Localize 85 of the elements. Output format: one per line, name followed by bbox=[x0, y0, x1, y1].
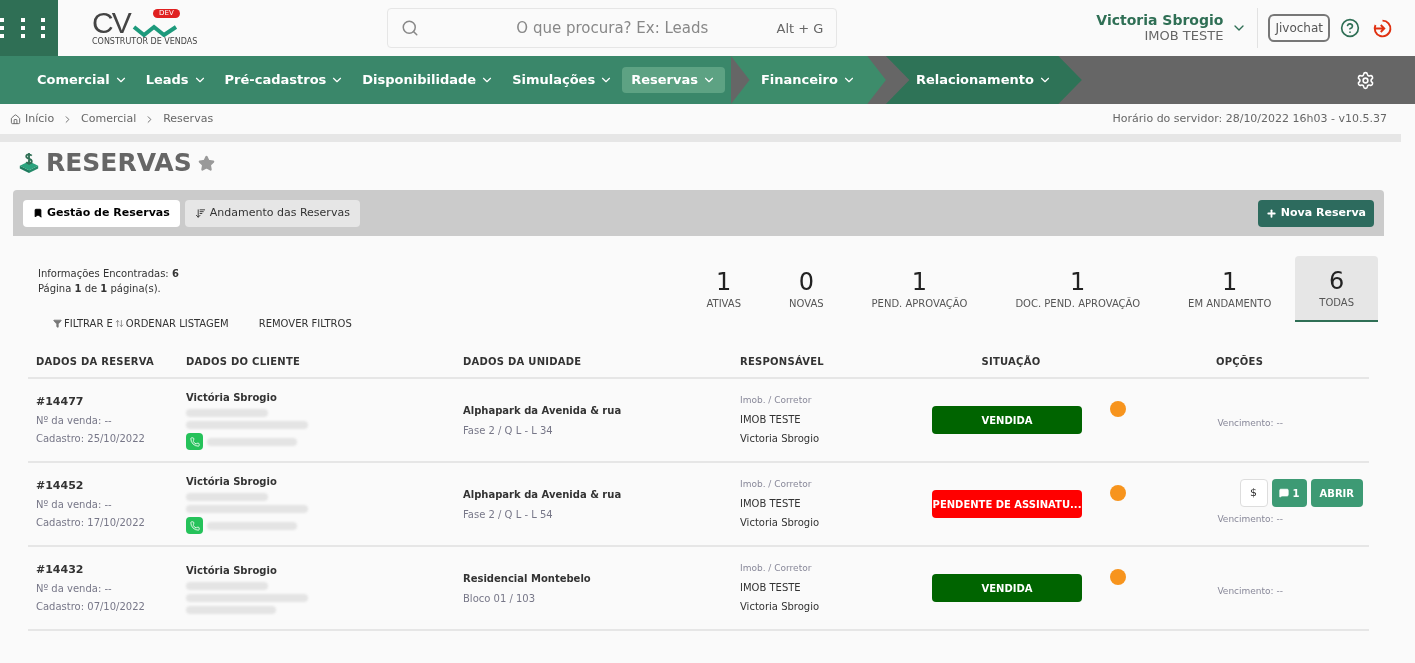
plus-icon bbox=[1265, 207, 1277, 219]
home-icon bbox=[10, 113, 21, 125]
apps-menu-button[interactable] bbox=[0, 0, 58, 56]
sale-number: Nº da venda: -- bbox=[36, 582, 113, 597]
new-reservation-button[interactable]: Nova Reserva bbox=[1257, 199, 1374, 227]
client-name: Victória Sbrogio bbox=[186, 563, 278, 578]
tab[interactable]: Andamento das Reservas bbox=[184, 199, 360, 227]
nav-menu-item[interactable]: Leads bbox=[136, 67, 216, 93]
chat-button[interactable]: Jivochat bbox=[1268, 14, 1330, 42]
column-header: DADOS DO CLIENTE bbox=[185, 354, 302, 369]
settings-icon[interactable] bbox=[1356, 70, 1375, 90]
status-counter-tab[interactable]: 1 ATIVAS bbox=[682, 256, 765, 322]
shortcut-hint: Alt + G bbox=[776, 20, 824, 38]
responsible-person: Victoria Sbrogio bbox=[740, 599, 821, 614]
created-date: Cadastro: 25/10/2022 bbox=[36, 432, 146, 447]
breadcrumb-link[interactable]: Início bbox=[25, 110, 55, 128]
created-date: Cadastro: 07/10/2022 bbox=[36, 600, 146, 615]
nav-menu-item[interactable]: Relacionamento bbox=[885, 56, 1082, 104]
status-counter-tab[interactable]: 1 PEND. APROVAÇÃO bbox=[847, 256, 992, 322]
user-name: Victoria Sbrogio bbox=[1096, 12, 1224, 28]
help-icon[interactable] bbox=[1340, 18, 1360, 38]
status-badge: VENDIDA bbox=[932, 574, 1082, 602]
responsible-company: IMOB TESTE bbox=[740, 580, 802, 595]
payment-button[interactable]: $ bbox=[1239, 479, 1268, 507]
breadcrumb-link[interactable]: Comercial bbox=[81, 110, 137, 128]
sort-icon bbox=[114, 319, 124, 328]
star-icon[interactable] bbox=[197, 154, 215, 172]
status-badge: PENDENTE DE ASSINATU... bbox=[932, 490, 1082, 518]
reservation-id: #14477 bbox=[36, 393, 85, 410]
money-stack-icon bbox=[18, 152, 40, 174]
sort-icon bbox=[194, 207, 206, 219]
search-icon bbox=[401, 19, 420, 37]
comment-icon bbox=[1278, 488, 1289, 498]
unit-name: Alphapark da Avenida & rua bbox=[463, 487, 623, 502]
filter-sort-button[interactable]: FILTRAR E ORDENAR LISTAGEM bbox=[53, 316, 229, 331]
column-header: RESPONSÁVEL bbox=[739, 354, 825, 369]
page-info: Página 1 de 1 página(s). bbox=[38, 282, 162, 296]
column-header: OPÇÕES bbox=[1214, 354, 1265, 369]
unit-detail: Bloco 01 / 103 bbox=[463, 591, 537, 606]
created-date: Cadastro: 17/10/2022 bbox=[36, 516, 146, 531]
responsible-label: Imob. / Corretor bbox=[740, 562, 813, 576]
remove-filters-button[interactable]: REMOVER FILTROS bbox=[258, 316, 352, 331]
status-counter-tab[interactable]: 1 EM ANDAMENTO bbox=[1164, 256, 1296, 322]
nav-menu-item[interactable]: Comercial bbox=[28, 67, 137, 93]
column-header: SITUAÇÃO bbox=[980, 354, 1042, 369]
filter-icon bbox=[53, 319, 62, 328]
nav-menu-item[interactable]: Financeiro bbox=[730, 56, 886, 104]
nav-menu-item[interactable]: Disponibilidade bbox=[353, 67, 504, 93]
nav-menu-item[interactable]: Simulações bbox=[503, 67, 623, 93]
tab[interactable]: Gestão de Reservas bbox=[23, 199, 180, 227]
reservation-id: #14452 bbox=[36, 477, 85, 494]
open-button[interactable]: ABRIR bbox=[1310, 479, 1363, 507]
unit-detail: Fase 2 / Q L - L 34 bbox=[463, 423, 554, 438]
unit-name: Alphapark da Avenida & rua bbox=[463, 403, 623, 418]
responsible-label: Imob. / Corretor bbox=[740, 478, 813, 492]
bookmark-icon bbox=[33, 208, 43, 218]
status-counter-tab[interactable]: 6 TODAS bbox=[1295, 256, 1378, 322]
page-title: RESERVAS bbox=[46, 147, 192, 180]
nav-menu-item[interactable]: Pré-cadastros bbox=[215, 67, 354, 93]
responsible-label: Imob. / Corretor bbox=[740, 394, 813, 408]
sale-number: Nº da venda: -- bbox=[36, 498, 113, 513]
reservation-id: #14432 bbox=[36, 561, 85, 578]
breadcrumb-link[interactable]: Reservas bbox=[163, 110, 214, 128]
column-header: DADOS DA RESERVA bbox=[35, 354, 156, 369]
responsible-company: IMOB TESTE bbox=[740, 412, 802, 427]
due-date: Vencimento: -- bbox=[1217, 585, 1283, 598]
sale-number: Nº da venda: -- bbox=[36, 414, 113, 429]
responsible-company: IMOB TESTE bbox=[740, 496, 802, 511]
due-date: Vencimento: -- bbox=[1217, 417, 1283, 430]
responsible-person: Victoria Sbrogio bbox=[740, 431, 821, 446]
status-counter-tab[interactable]: 1 DOC. PEND. APROVAÇÃO bbox=[991, 256, 1165, 322]
comments-button[interactable]: 1 bbox=[1271, 479, 1307, 507]
results-count: Informações Encontradas: 6 bbox=[38, 267, 180, 281]
client-name: Victória Sbrogio bbox=[186, 475, 278, 489]
due-date: Vencimento: -- bbox=[1217, 513, 1283, 526]
logout-icon[interactable] bbox=[1372, 17, 1393, 39]
status-counter-tab[interactable]: 0 NOVAS bbox=[765, 256, 848, 322]
user-company: IMOB TESTE bbox=[1144, 28, 1224, 44]
responsible-person: Victoria Sbrogio bbox=[740, 515, 821, 530]
unit-name: Residencial Montebelo bbox=[463, 571, 592, 586]
status-badge: VENDIDA bbox=[932, 406, 1082, 434]
client-name: Victória Sbrogio bbox=[186, 391, 278, 405]
server-time: Horário do servidor: 28/10/2022 16h03 - v10.5.37 bbox=[1112, 110, 1387, 127]
column-header: DADOS DA UNIDADE bbox=[462, 354, 583, 369]
unit-detail: Fase 2 / Q L - L 54 bbox=[463, 507, 554, 522]
